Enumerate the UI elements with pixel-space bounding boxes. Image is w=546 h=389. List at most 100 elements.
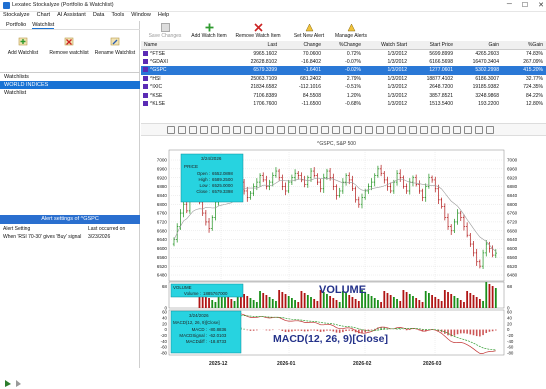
menu-chart[interactable]: Chart (37, 12, 50, 21)
macd-histogram-bar (329, 330, 331, 331)
remove-watch-item-button[interactable]: Remove Watch Item (233, 22, 283, 39)
grid-icon[interactable] (464, 126, 472, 134)
refresh-icon[interactable] (398, 126, 406, 134)
checkbox-icon[interactable] (143, 76, 148, 81)
minimize-button[interactable]: ─ (507, 1, 512, 9)
candles-icon[interactable] (310, 126, 318, 134)
next-icon[interactable] (420, 126, 428, 134)
col-gain[interactable]: Gain (456, 41, 502, 49)
measure-icon[interactable] (288, 126, 296, 134)
col-watch-start[interactable]: Watch Start (364, 41, 410, 49)
checkbox-icon[interactable] (143, 84, 148, 89)
price-tick-right: 6520 (507, 264, 518, 269)
volume-bar (383, 291, 385, 308)
checkbox-icon[interactable] (143, 67, 148, 72)
zoom-fit-icon[interactable] (431, 126, 439, 134)
checkbox-icon[interactable] (143, 93, 148, 98)
text-icon[interactable] (244, 126, 252, 134)
zoom-in-icon[interactable] (178, 126, 186, 134)
table-row[interactable]: ^FTSE9965.160270.06000.72%1/3/20125699.8… (141, 49, 546, 58)
line-icon[interactable] (321, 126, 329, 134)
table-row[interactable]: ^GSPC6579.3399-1.6401-0.02%1/3/20121277.… (141, 66, 546, 75)
delete-icon[interactable] (486, 126, 494, 134)
x-axis-label: 2026-03 (423, 361, 442, 367)
menu-data[interactable]: Data (93, 12, 105, 21)
price-tick-right: 7000 (507, 158, 518, 163)
zoom-out-icon[interactable] (189, 126, 197, 134)
volume-bar (269, 297, 271, 308)
col-change[interactable]: Change (280, 41, 324, 49)
print-icon[interactable] (376, 126, 384, 134)
col-pct-gain[interactable]: %Gain (502, 41, 546, 49)
rename-watchlist-button[interactable]: Rename Watchlist (92, 32, 138, 56)
table-row[interactable]: ^GDAXI22628.8102-16.8402-0.07%1/3/201261… (141, 58, 546, 67)
save-changes-button[interactable]: Save Changes (143, 22, 187, 39)
rect-icon[interactable] (266, 126, 274, 134)
table-row[interactable]: ^KSE7106.838984.55081.20%1/3/20123857.85… (141, 92, 546, 101)
arrow-icon[interactable] (255, 126, 263, 134)
area-icon[interactable] (332, 126, 340, 134)
prev-icon[interactable] (409, 126, 417, 134)
value-cell: -0.07% (324, 58, 364, 67)
left-tabs: Portfolio Watchlist (0, 21, 140, 30)
tab-portfolio[interactable]: Portfolio (6, 21, 26, 29)
menu-stockalyze[interactable]: Stockalyze (3, 12, 30, 21)
volume-bar (422, 302, 424, 308)
value-cell: 5302.2998 (456, 66, 502, 75)
value-cell: 681.2402 (280, 75, 324, 84)
macd-tick-right: 60 (507, 310, 512, 315)
set-new-alert-button[interactable]: Set New Alert (289, 22, 329, 39)
value-cell: 16470.3404 (456, 58, 502, 67)
remove-watchlist-button[interactable]: Remove watchlist (46, 32, 92, 56)
tab-watchlist[interactable]: Watchlist (32, 21, 54, 29)
compare-icon[interactable] (354, 126, 362, 134)
trend-icon[interactable] (222, 126, 230, 134)
ellipse-icon[interactable] (277, 126, 285, 134)
price-chart[interactable]: ^GSPC, S&P 50070007000696069606920692068… (141, 137, 546, 368)
bars-icon[interactable] (299, 126, 307, 134)
volume-bar (447, 292, 449, 308)
menu-window[interactable]: Window (131, 12, 151, 21)
menu-tools[interactable]: Tools (111, 12, 124, 21)
value-cell: 267.09% (502, 58, 546, 67)
add-watchlist-button[interactable]: Add Watchlist (0, 32, 46, 56)
close-button[interactable]: ✕ (538, 1, 544, 9)
cursor-icon[interactable] (167, 126, 175, 134)
minus-icon[interactable] (442, 126, 450, 134)
add-watch-item-button[interactable]: Add Watch Item (187, 22, 231, 39)
price-tick-right: 6720 (507, 220, 518, 225)
macd-histogram-bar (454, 330, 456, 336)
col-last[interactable]: Last (236, 41, 280, 49)
macd-histogram-bar (364, 330, 366, 333)
save-icon[interactable] (365, 126, 373, 134)
watchlist-item[interactable]: Watchlist (0, 89, 140, 97)
indicator-icon[interactable] (343, 126, 351, 134)
line-tool-icon[interactable] (211, 126, 219, 134)
checkbox-icon[interactable] (143, 51, 148, 56)
volume-bar (473, 295, 475, 308)
col-name[interactable]: Name (141, 41, 236, 49)
table-row[interactable]: ^KLSE1706.7600-11.6500-0.68%1/3/20121513… (141, 100, 546, 109)
checkbox-icon[interactable] (143, 59, 148, 64)
symbol-cell: ^KSE (141, 92, 236, 101)
pan-icon[interactable] (200, 126, 208, 134)
plus-icon[interactable] (453, 126, 461, 134)
settings-icon[interactable] (387, 126, 395, 134)
table-row[interactable]: ^IXIC21834.6582-112.1016-0.51%1/3/201226… (141, 83, 546, 92)
x-axis-label: 2026-01 (277, 361, 296, 367)
macd-histogram-bar (307, 330, 309, 332)
manage-alerts-button[interactable]: Manage Alerts (331, 22, 371, 39)
volume-bar (485, 282, 487, 308)
watchlist-item[interactable]: WORLD INDICES (0, 81, 140, 89)
alert-row[interactable]: When 'RSI 70-30' gives 'Buy' signal 3/23… (0, 233, 140, 241)
col-pct-change[interactable]: %Change (324, 41, 364, 49)
col-start-price[interactable]: Start Price (410, 41, 456, 49)
menu-help[interactable]: Help (158, 12, 169, 21)
table-row[interactable]: ^HSI25063.7109681.24022.79%1/3/201218877… (141, 75, 546, 84)
crosshair-icon[interactable] (475, 126, 483, 134)
fib-icon[interactable] (233, 126, 241, 134)
menu-ai-assistant[interactable]: AI Assistant (57, 12, 86, 21)
maximize-button[interactable]: ☐ (522, 1, 528, 9)
checkbox-icon[interactable] (143, 101, 148, 106)
price-tick-right: 6680 (507, 228, 518, 233)
